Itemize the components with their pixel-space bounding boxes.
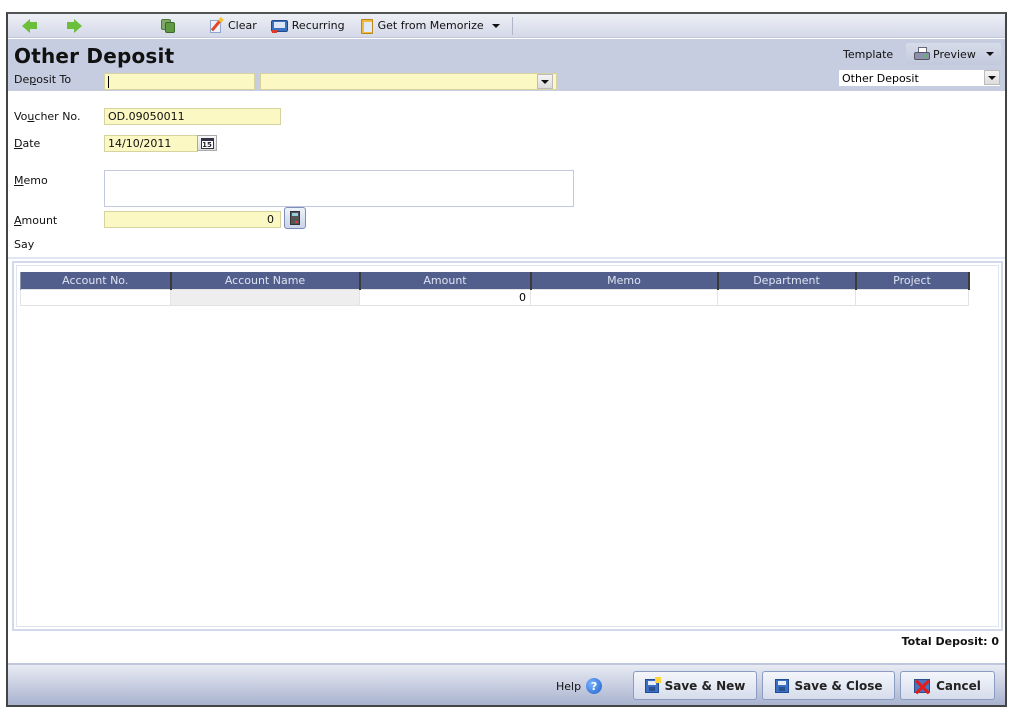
back-button[interactable] bbox=[18, 15, 41, 37]
calculator-button[interactable] bbox=[284, 207, 306, 229]
copy-button[interactable] bbox=[156, 15, 183, 37]
calculator-icon bbox=[290, 211, 300, 225]
total-deposit: Total Deposit: 0 bbox=[901, 635, 999, 648]
chevron-down-icon bbox=[988, 75, 996, 80]
template-select[interactable]: Other Deposit bbox=[838, 69, 1001, 87]
save-close-label: Save & Close bbox=[794, 678, 883, 693]
column-header-account-no[interactable]: Account No. bbox=[20, 272, 172, 289]
toolbar-separator bbox=[511, 16, 513, 35]
help-label: Help bbox=[556, 679, 582, 693]
deposit-to-name-field[interactable] bbox=[260, 73, 557, 90]
chevron-down-icon bbox=[541, 79, 549, 84]
clipboard-icon bbox=[359, 18, 375, 34]
amount-label: Amount bbox=[14, 214, 58, 227]
chevron-down-icon bbox=[985, 52, 994, 56]
column-header-amount[interactable]: Amount bbox=[359, 272, 532, 289]
amount-field[interactable]: 0 bbox=[104, 211, 281, 228]
section-divider bbox=[8, 257, 1005, 259]
date-picker-button[interactable]: 15 bbox=[197, 135, 217, 151]
cell-account-name bbox=[170, 288, 360, 306]
column-header-project[interactable]: Project bbox=[855, 272, 970, 289]
forward-button[interactable] bbox=[63, 15, 86, 37]
deposit-lines-grid: Account No. Account Name Amount Memo Dep… bbox=[12, 261, 1003, 631]
memo-label: Memo bbox=[14, 174, 48, 187]
other-deposit-window: Clear Recurring Get from Memorize Other … bbox=[6, 12, 1007, 707]
recurring-icon bbox=[270, 18, 289, 34]
preview-label: Preview bbox=[933, 47, 976, 61]
printer-icon bbox=[914, 46, 930, 62]
arrow-right-icon bbox=[67, 18, 82, 33]
clear-icon bbox=[209, 16, 225, 34]
footer-bar: Help ? Save & New Save & Close Cancel bbox=[8, 663, 1005, 705]
say-label: Say bbox=[14, 238, 35, 251]
get-from-memorize-button[interactable]: Get from Memorize bbox=[355, 15, 504, 37]
chevron-down-icon bbox=[491, 23, 500, 28]
deposit-to-code-field[interactable] bbox=[104, 73, 255, 90]
column-header-account-name[interactable]: Account Name bbox=[170, 272, 361, 289]
recurring-label: Recurring bbox=[291, 19, 345, 32]
cancel-label: Cancel bbox=[936, 678, 981, 693]
save-and-new-button[interactable]: Save & New bbox=[633, 671, 757, 700]
date-label: Date bbox=[14, 137, 41, 150]
page-title: Other Deposit bbox=[14, 44, 175, 68]
deposit-to-dropdown-button[interactable] bbox=[537, 74, 553, 89]
help-button[interactable]: Help ? bbox=[556, 678, 603, 694]
template-label: Template bbox=[843, 48, 894, 61]
column-header-department[interactable]: Department bbox=[717, 272, 857, 289]
save-new-icon bbox=[644, 676, 661, 693]
save-icon bbox=[774, 678, 789, 693]
calendar-icon: 15 bbox=[200, 137, 214, 149]
table-row[interactable]: 0 bbox=[20, 288, 969, 306]
save-and-close-button[interactable]: Save & Close bbox=[762, 671, 895, 700]
template-dropdown-button[interactable] bbox=[984, 70, 1000, 85]
deposit-to-label: Deposit To bbox=[14, 73, 72, 86]
cell-memo[interactable] bbox=[530, 288, 718, 306]
column-header-memo[interactable]: Memo bbox=[530, 272, 719, 289]
cancel-icon bbox=[914, 678, 931, 693]
cell-account-no[interactable] bbox=[20, 288, 171, 306]
copy-icon bbox=[160, 18, 176, 34]
memorize-label: Get from Memorize bbox=[377, 19, 484, 32]
help-icon: ? bbox=[586, 678, 603, 694]
memo-textarea[interactable] bbox=[104, 170, 574, 207]
preview-button[interactable]: Preview bbox=[906, 43, 1001, 65]
recurring-button[interactable]: Recurring bbox=[267, 15, 349, 37]
clear-button[interactable]: Clear bbox=[205, 15, 261, 37]
deposit-lines-table: Account No. Account Name Amount Memo Dep… bbox=[20, 272, 970, 306]
voucher-label: Voucher No. bbox=[14, 110, 81, 123]
date-field[interactable]: 14/10/2011 bbox=[104, 135, 198, 152]
save-new-label: Save & New bbox=[664, 678, 746, 693]
clear-label: Clear bbox=[228, 19, 257, 32]
cell-project[interactable] bbox=[855, 288, 969, 306]
cancel-button[interactable]: Cancel bbox=[900, 671, 995, 700]
toolbar: Clear Recurring Get from Memorize bbox=[8, 14, 1005, 38]
cell-department[interactable] bbox=[717, 288, 856, 306]
form-header: Other Deposit Deposit To Template Previe… bbox=[8, 39, 1005, 91]
arrow-left-icon bbox=[22, 18, 37, 33]
voucher-number-field[interactable]: OD.09050011 bbox=[104, 108, 281, 125]
cell-amount[interactable]: 0 bbox=[359, 288, 531, 306]
